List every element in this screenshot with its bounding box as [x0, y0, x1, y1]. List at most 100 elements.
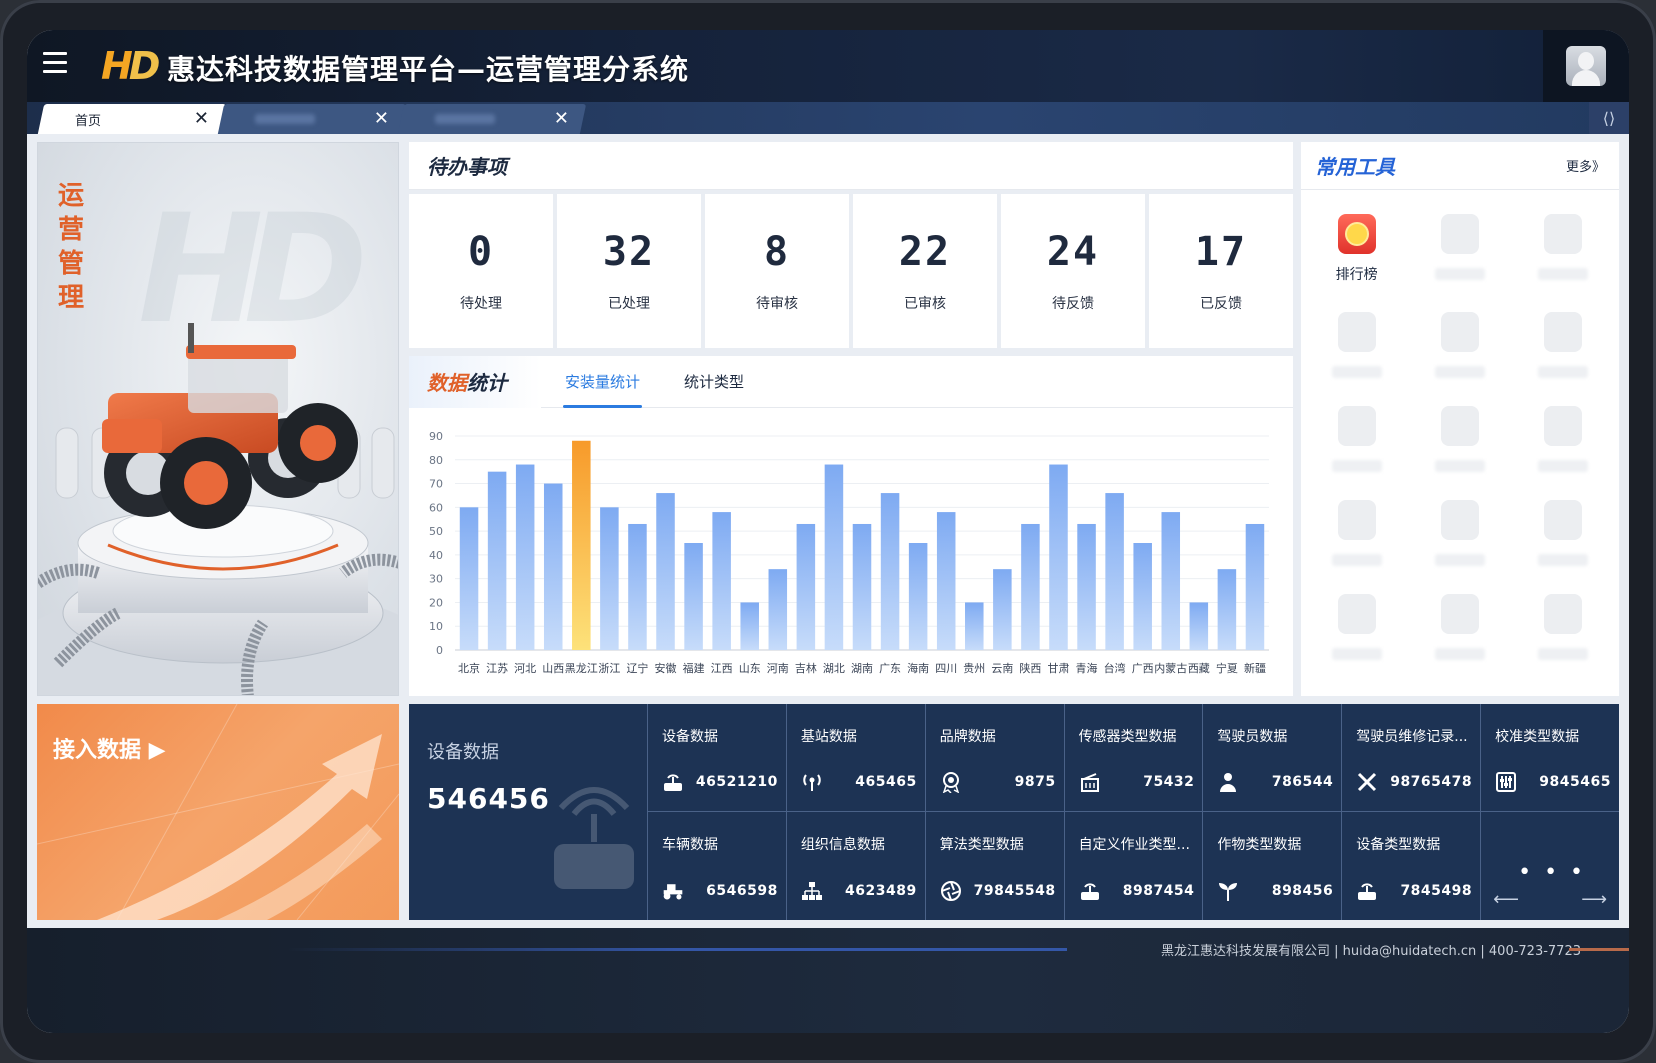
tools-more-link[interactable]: 更多》 [1566, 156, 1605, 175]
todo-pending[interactable]: 0 待处理 [409, 194, 553, 348]
chart-bar[interactable] [515, 464, 535, 650]
tool-label [1434, 268, 1485, 280]
placeholder-icon [1544, 594, 1583, 634]
device-data-panel: 设备数据 546456 设备数据 46521210 基站数据 465465 品牌数据 98… [409, 704, 1619, 920]
tool-placeholder[interactable] [1408, 312, 1511, 378]
chart-bar[interactable] [936, 512, 956, 650]
chart-bar[interactable] [880, 493, 900, 650]
placeholder-icon [1544, 214, 1583, 254]
tools-grid: 排行榜 [1301, 190, 1619, 660]
tool-placeholder[interactable] [1512, 406, 1615, 472]
chart-bar[interactable] [543, 483, 563, 650]
chart-bar[interactable] [740, 602, 759, 650]
tab-scroll-icon[interactable]: ⟨⟩ [1589, 102, 1629, 134]
todo-processed[interactable]: 32 已处理 [557, 194, 701, 348]
device-data-cell[interactable]: 传感器类型数据 75432 [1063, 704, 1203, 812]
tab-home[interactable]: 首页 ✕ [37, 104, 227, 134]
tool-placeholder[interactable] [1512, 500, 1615, 566]
close-icon[interactable]: ✕ [374, 108, 389, 129]
tool-placeholder[interactable] [1408, 214, 1511, 284]
device-data-cell[interactable]: 车辆数据 6546598 [647, 812, 786, 920]
stats-title: 数据 统计 [409, 355, 541, 408]
device-summary[interactable]: 设备数据 546456 [409, 704, 647, 920]
chart-bar[interactable] [1133, 543, 1152, 650]
device-data-cell[interactable]: 组织信息数据 4623489 [785, 812, 925, 920]
chart-bar[interactable] [684, 543, 703, 650]
tool-placeholder[interactable] [1305, 406, 1408, 472]
close-icon[interactable]: ✕ [194, 108, 209, 129]
chart-bar[interactable] [487, 471, 507, 650]
chart-bar[interactable] [1105, 493, 1124, 650]
todo-reviewed[interactable]: 22 已审核 [853, 194, 997, 348]
chart-bar[interactable] [768, 569, 788, 650]
device-data-cell[interactable]: 算法类型数据 79845548 [924, 812, 1064, 920]
x-tick-label: 青海 [1076, 661, 1098, 675]
menu-icon[interactable] [43, 52, 67, 74]
tool-placeholder[interactable] [1512, 312, 1615, 378]
chart-bar[interactable] [1077, 523, 1096, 650]
device-data-cell[interactable]: 自定义作业类型... 8987454 [1063, 812, 1203, 920]
device-data-cell[interactable]: 驾驶员维修记录... 98765478 [1341, 704, 1481, 812]
access-data-card[interactable]: 接入数据 ▶ [37, 704, 399, 920]
tool-placeholder[interactable] [1512, 594, 1615, 660]
tool-placeholder[interactable] [1305, 312, 1408, 378]
tool-placeholder[interactable] [1408, 594, 1511, 660]
device-data-cell[interactable]: 校准类型数据 9845465 [1480, 704, 1619, 812]
chart-bar[interactable] [993, 569, 1012, 650]
chart-bar[interactable] [852, 523, 872, 650]
tool-placeholder[interactable] [1305, 500, 1408, 566]
todo-pending-review[interactable]: 8 待审核 [705, 194, 849, 348]
next-arrow-icon[interactable]: ⟶ [1581, 889, 1607, 910]
device-data-cell[interactable]: 设备类型数据 7845498 [1341, 812, 1480, 920]
x-tick-label: 安徽 [655, 661, 677, 675]
chart-bar[interactable] [965, 602, 984, 650]
tool-placeholder[interactable] [1305, 594, 1408, 660]
todo-label: 待处理 [460, 296, 502, 312]
tool-placeholder[interactable] [1408, 500, 1511, 566]
device-data-cell[interactable]: 驾驶员数据 786544 [1202, 704, 1342, 812]
device-data-cell[interactable]: 作物类型数据 898456 [1202, 812, 1341, 920]
x-tick-label: 黑龙江 [565, 662, 598, 675]
chart-bar[interactable] [572, 440, 591, 650]
chart-bar[interactable] [712, 512, 731, 650]
tab-stat-type[interactable]: 统计类型 [684, 356, 744, 408]
tab-install-stats[interactable]: 安装量统计 [562, 356, 643, 408]
tools-panel: 常用工具 更多》 排行榜 [1301, 142, 1619, 696]
tab-3[interactable]: ✕ [397, 104, 587, 134]
close-icon[interactable]: ✕ [554, 108, 569, 129]
tool-placeholder[interactable] [1408, 406, 1511, 472]
tool-ranking[interactable]: 排行榜 [1305, 214, 1408, 284]
chart-bar[interactable] [1021, 523, 1040, 650]
todo-feedback-done[interactable]: 17 已反馈 [1149, 194, 1293, 348]
chart-bar[interactable] [1049, 464, 1068, 650]
device-frame: HD 惠达科技数据管理平台—运营管理分系统 首页 ✕ ✕ ✕ ⟨⟩ HD 运营管… [0, 0, 1656, 1063]
chart-bar[interactable] [628, 523, 647, 650]
chart-bar[interactable] [1245, 523, 1265, 650]
tool-label: 排行榜 [1335, 267, 1378, 283]
user-menu[interactable] [1543, 30, 1629, 102]
chart-bar[interactable] [1161, 512, 1181, 650]
prev-arrow-icon[interactable]: ⟵ [1493, 889, 1519, 910]
tool-label [1434, 648, 1485, 660]
todo-pending-feedback[interactable]: 24 待反馈 [1001, 194, 1145, 348]
placeholder-icon [1337, 312, 1376, 352]
device-more-cell[interactable]: • • • ⟵ ⟶ [1480, 812, 1619, 920]
chart-bar[interactable] [1189, 602, 1209, 650]
chart-bar[interactable] [600, 507, 619, 650]
avatar[interactable] [1566, 46, 1606, 86]
chart-bar[interactable] [459, 507, 479, 650]
chart-bar[interactable] [824, 464, 844, 650]
router-watermark-icon [554, 787, 634, 889]
device-data-cell[interactable]: 品牌数据 9875 [924, 704, 1064, 812]
device-cell-name: 组织信息数据 [800, 837, 885, 853]
tool-placeholder[interactable] [1512, 214, 1615, 284]
tab-2[interactable]: ✕ [217, 104, 407, 134]
todo-panel: 待办事项 0 待处理 32 已处理 8 待审核 22 已审核 24 待反馈 17… [409, 142, 1293, 348]
chart-bar[interactable] [656, 493, 675, 650]
chart-bar[interactable] [796, 523, 816, 650]
device-data-cell[interactable]: 设备数据 46521210 [647, 704, 786, 812]
chart-bar[interactable] [908, 543, 928, 650]
more-dots-icon[interactable]: • • • [1518, 860, 1586, 885]
device-data-cell[interactable]: 基站数据 465465 [785, 704, 925, 812]
chart-bar[interactable] [1217, 569, 1237, 650]
